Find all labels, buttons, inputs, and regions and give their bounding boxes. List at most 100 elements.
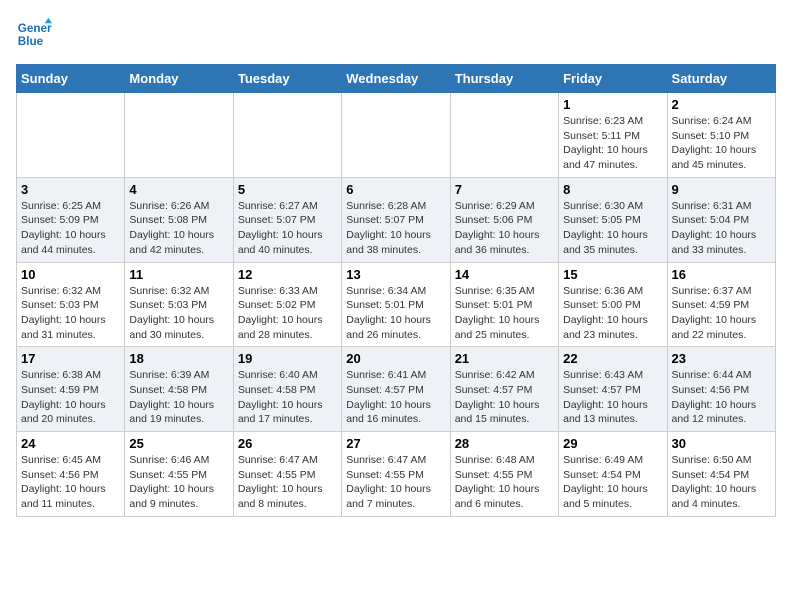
calendar-cell — [342, 93, 450, 178]
day-info: Sunrise: 6:28 AM Sunset: 5:07 PM Dayligh… — [346, 199, 445, 258]
calendar-header-row: SundayMondayTuesdayWednesdayThursdayFrid… — [17, 65, 776, 93]
weekday-header: Thursday — [450, 65, 558, 93]
day-number: 14 — [455, 267, 554, 282]
day-info: Sunrise: 6:49 AM Sunset: 4:54 PM Dayligh… — [563, 453, 662, 512]
calendar-cell: 24 Sunrise: 6:45 AM Sunset: 4:56 PM Dayli… — [17, 432, 125, 517]
day-info: Sunrise: 6:32 AM Sunset: 5:03 PM Dayligh… — [21, 284, 120, 343]
calendar-table: SundayMondayTuesdayWednesdayThursdayFrid… — [16, 64, 776, 517]
calendar-cell: 8 Sunrise: 6:30 AM Sunset: 5:05 PM Daylig… — [559, 177, 667, 262]
day-number: 19 — [238, 351, 337, 366]
calendar-cell: 11Sunrise: 6:32 AM Sunset: 5:03 PM Dayli… — [125, 262, 233, 347]
day-number: 15 — [563, 267, 662, 282]
calendar-cell: 18 Sunrise: 6:39 AM Sunset: 4:58 PM Dayli… — [125, 347, 233, 432]
calendar-cell: 21 Sunrise: 6:42 AM Sunset: 4:57 PM Dayli… — [450, 347, 558, 432]
day-number: 18 — [129, 351, 228, 366]
day-info: Sunrise: 6:31 AM Sunset: 5:04 PM Dayligh… — [672, 199, 771, 258]
day-info: Sunrise: 6:45 AM Sunset: 4:56 PM Dayligh… — [21, 453, 120, 512]
page-header: General Blue — [16, 16, 776, 52]
calendar-cell: 26 Sunrise: 6:47 AM Sunset: 4:55 PM Dayli… — [233, 432, 341, 517]
day-info: Sunrise: 6:39 AM Sunset: 4:58 PM Dayligh… — [129, 368, 228, 427]
calendar-cell: 27 Sunrise: 6:47 AM Sunset: 4:55 PM Dayli… — [342, 432, 450, 517]
day-number: 28 — [455, 436, 554, 451]
calendar-cell — [450, 93, 558, 178]
calendar-week-row: 1 Sunrise: 6:23 AM Sunset: 5:11 PM Daylig… — [17, 93, 776, 178]
calendar-cell: 29 Sunrise: 6:49 AM Sunset: 4:54 PM Dayli… — [559, 432, 667, 517]
day-info: Sunrise: 6:26 AM Sunset: 5:08 PM Dayligh… — [129, 199, 228, 258]
day-info: Sunrise: 6:43 AM Sunset: 4:57 PM Dayligh… — [563, 368, 662, 427]
calendar-cell — [17, 93, 125, 178]
day-number: 12 — [238, 267, 337, 282]
day-number: 3 — [21, 182, 120, 197]
day-info: Sunrise: 6:47 AM Sunset: 4:55 PM Dayligh… — [346, 453, 445, 512]
logo-icon: General Blue — [16, 16, 52, 52]
day-number: 27 — [346, 436, 445, 451]
day-info: Sunrise: 6:35 AM Sunset: 5:01 PM Dayligh… — [455, 284, 554, 343]
day-info: Sunrise: 6:33 AM Sunset: 5:02 PM Dayligh… — [238, 284, 337, 343]
weekday-header: Wednesday — [342, 65, 450, 93]
day-info: Sunrise: 6:29 AM Sunset: 5:06 PM Dayligh… — [455, 199, 554, 258]
day-info: Sunrise: 6:27 AM Sunset: 5:07 PM Dayligh… — [238, 199, 337, 258]
day-number: 10 — [21, 267, 120, 282]
calendar-cell: 16 Sunrise: 6:37 AM Sunset: 4:59 PM Dayli… — [667, 262, 775, 347]
calendar-cell: 3 Sunrise: 6:25 AM Sunset: 5:09 PM Daylig… — [17, 177, 125, 262]
day-info: Sunrise: 6:38 AM Sunset: 4:59 PM Dayligh… — [21, 368, 120, 427]
day-number: 13 — [346, 267, 445, 282]
day-number: 2 — [672, 97, 771, 112]
day-number: 20 — [346, 351, 445, 366]
weekday-header: Tuesday — [233, 65, 341, 93]
day-number: 24 — [21, 436, 120, 451]
day-info: Sunrise: 6:37 AM Sunset: 4:59 PM Dayligh… — [672, 284, 771, 343]
day-info: Sunrise: 6:30 AM Sunset: 5:05 PM Dayligh… — [563, 199, 662, 258]
calendar-cell: 1 Sunrise: 6:23 AM Sunset: 5:11 PM Daylig… — [559, 93, 667, 178]
calendar-cell: 19 Sunrise: 6:40 AM Sunset: 4:58 PM Dayli… — [233, 347, 341, 432]
day-number: 29 — [563, 436, 662, 451]
calendar-week-row: 17 Sunrise: 6:38 AM Sunset: 4:59 PM Dayli… — [17, 347, 776, 432]
day-info: Sunrise: 6:41 AM Sunset: 4:57 PM Dayligh… — [346, 368, 445, 427]
calendar-cell: 5Sunrise: 6:27 AM Sunset: 5:07 PM Daylig… — [233, 177, 341, 262]
logo: General Blue — [16, 16, 52, 52]
svg-text:General: General — [18, 22, 52, 35]
weekday-header: Sunday — [17, 65, 125, 93]
day-number: 8 — [563, 182, 662, 197]
day-number: 11 — [129, 267, 228, 282]
day-info: Sunrise: 6:23 AM Sunset: 5:11 PM Dayligh… — [563, 114, 662, 173]
day-info: Sunrise: 6:40 AM Sunset: 4:58 PM Dayligh… — [238, 368, 337, 427]
calendar-cell: 28Sunrise: 6:48 AM Sunset: 4:55 PM Dayli… — [450, 432, 558, 517]
weekday-header: Saturday — [667, 65, 775, 93]
calendar-cell: 23 Sunrise: 6:44 AM Sunset: 4:56 PM Dayli… — [667, 347, 775, 432]
calendar-week-row: 24 Sunrise: 6:45 AM Sunset: 4:56 PM Dayli… — [17, 432, 776, 517]
calendar-cell: 12 Sunrise: 6:33 AM Sunset: 5:02 PM Dayli… — [233, 262, 341, 347]
day-number: 17 — [21, 351, 120, 366]
day-number: 1 — [563, 97, 662, 112]
weekday-header: Friday — [559, 65, 667, 93]
day-info: Sunrise: 6:25 AM Sunset: 5:09 PM Dayligh… — [21, 199, 120, 258]
day-info: Sunrise: 6:42 AM Sunset: 4:57 PM Dayligh… — [455, 368, 554, 427]
day-info: Sunrise: 6:34 AM Sunset: 5:01 PM Dayligh… — [346, 284, 445, 343]
day-info: Sunrise: 6:44 AM Sunset: 4:56 PM Dayligh… — [672, 368, 771, 427]
day-info: Sunrise: 6:36 AM Sunset: 5:00 PM Dayligh… — [563, 284, 662, 343]
calendar-week-row: 10 Sunrise: 6:32 AM Sunset: 5:03 PM Dayli… — [17, 262, 776, 347]
calendar-cell: 14 Sunrise: 6:35 AM Sunset: 5:01 PM Dayli… — [450, 262, 558, 347]
day-number: 21 — [455, 351, 554, 366]
day-number: 16 — [672, 267, 771, 282]
day-number: 26 — [238, 436, 337, 451]
day-info: Sunrise: 6:47 AM Sunset: 4:55 PM Dayligh… — [238, 453, 337, 512]
day-number: 23 — [672, 351, 771, 366]
calendar-cell: 20 Sunrise: 6:41 AM Sunset: 4:57 PM Dayli… — [342, 347, 450, 432]
day-info: Sunrise: 6:50 AM Sunset: 4:54 PM Dayligh… — [672, 453, 771, 512]
day-number: 9 — [672, 182, 771, 197]
day-number: 25 — [129, 436, 228, 451]
calendar-cell: 15 Sunrise: 6:36 AM Sunset: 5:00 PM Dayli… — [559, 262, 667, 347]
calendar-cell: 6Sunrise: 6:28 AM Sunset: 5:07 PM Daylig… — [342, 177, 450, 262]
calendar-cell — [233, 93, 341, 178]
day-info: Sunrise: 6:46 AM Sunset: 4:55 PM Dayligh… — [129, 453, 228, 512]
weekday-header: Monday — [125, 65, 233, 93]
calendar-cell: 10 Sunrise: 6:32 AM Sunset: 5:03 PM Dayli… — [17, 262, 125, 347]
calendar-cell: 25 Sunrise: 6:46 AM Sunset: 4:55 PM Dayli… — [125, 432, 233, 517]
calendar-cell: 22Sunrise: 6:43 AM Sunset: 4:57 PM Dayli… — [559, 347, 667, 432]
day-info: Sunrise: 6:24 AM Sunset: 5:10 PM Dayligh… — [672, 114, 771, 173]
calendar-cell: 13 Sunrise: 6:34 AM Sunset: 5:01 PM Dayli… — [342, 262, 450, 347]
calendar-cell: 7Sunrise: 6:29 AM Sunset: 5:06 PM Daylig… — [450, 177, 558, 262]
calendar-cell: 17 Sunrise: 6:38 AM Sunset: 4:59 PM Dayli… — [17, 347, 125, 432]
calendar-cell: 4Sunrise: 6:26 AM Sunset: 5:08 PM Daylig… — [125, 177, 233, 262]
